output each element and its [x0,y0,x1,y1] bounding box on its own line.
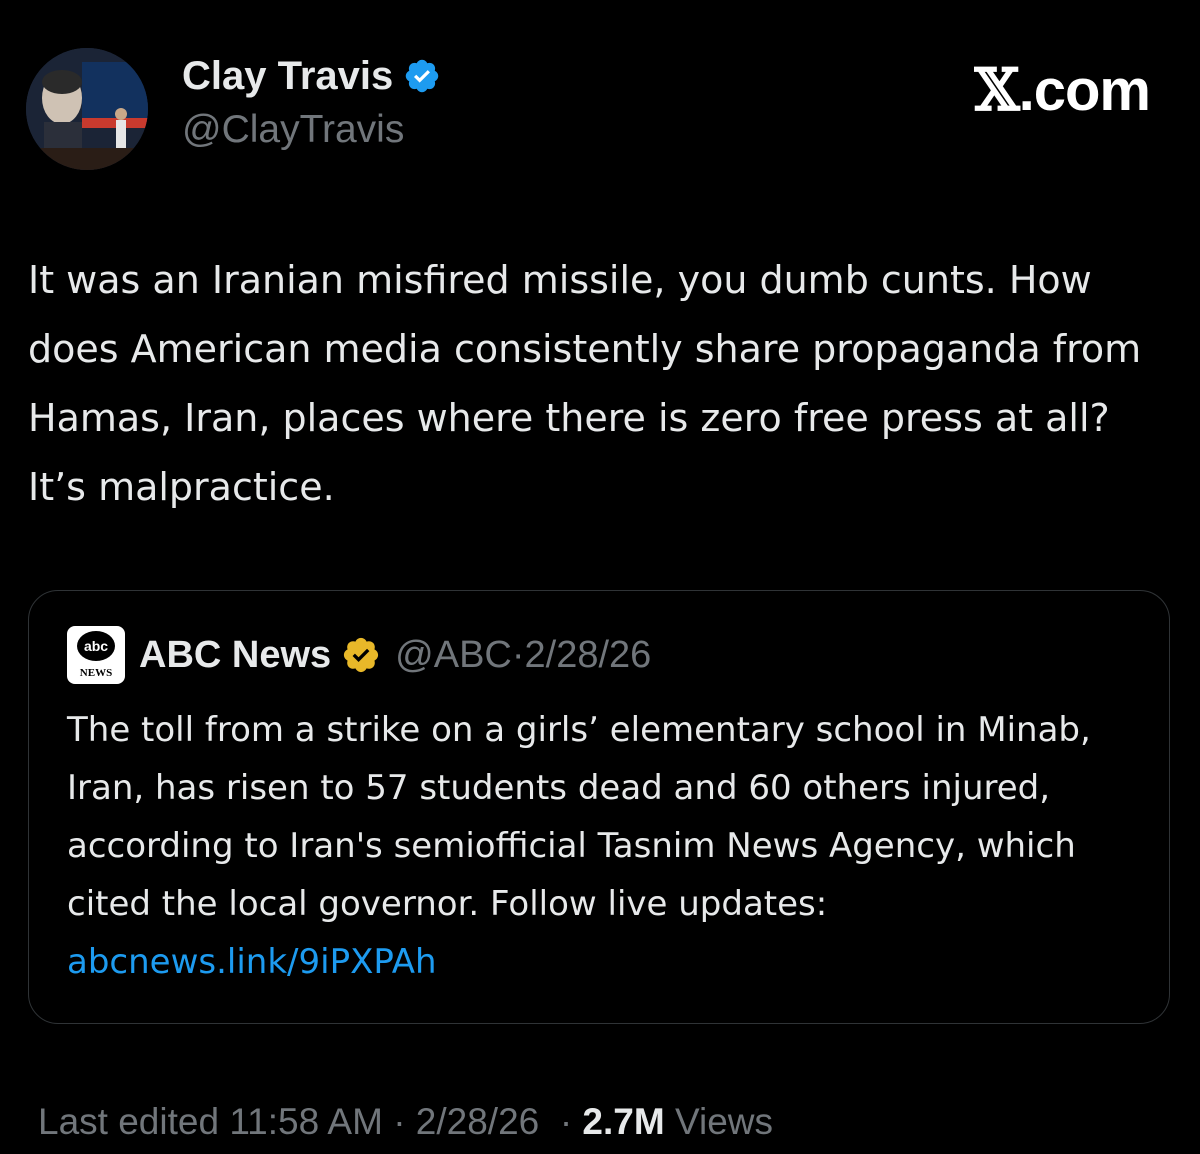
quoted-post-card[interactable]: abc NEWS ABC News @ABC · 2/28/26 The tol… [28,590,1170,1024]
footer-separator-2: · [559,1101,573,1142]
abc-logo-news-text: NEWS [79,667,113,679]
brand-suffix: .com [1018,58,1151,123]
author-name-row[interactable]: Clay Travis [182,52,441,100]
quoted-post-link[interactable]: abcnews.link/9iPXPAh [67,942,437,982]
views-label: Views [674,1101,773,1142]
abc-news-avatar[interactable]: abc NEWS [67,626,125,684]
quoted-post-body: The toll from a strike on a girls’ eleme… [67,710,1091,924]
author-handle[interactable]: @ClayTravis [182,106,404,154]
avatar-image [26,48,148,170]
quoted-post-header: abc NEWS ABC News @ABC · 2/28/26 [67,626,652,684]
gold-verified-badge-icon [344,637,379,673]
quoted-meta-separator: · [511,633,525,676]
verified-badge-icon [406,59,439,93]
post-date[interactable]: 2/28/26 [416,1101,539,1142]
author-avatar[interactable] [26,48,148,170]
abc-logo-text: abc [77,631,115,661]
post-footer: Last edited 11:58 AM · 2/28/26 · 2.7M Vi… [38,1098,773,1146]
quoted-author-name[interactable]: ABC News [139,634,331,677]
footer-separator: · [393,1101,406,1142]
views-count: 2.7M [582,1101,665,1142]
author-name[interactable]: Clay Travis [182,52,393,100]
edited-label[interactable]: Last edited [38,1101,219,1142]
quoted-post-date[interactable]: 2/28/26 [525,634,652,677]
post-text: It was an Iranian misfired missile, you … [28,258,1142,509]
quoted-post-text: The toll from a strike on a girls’ eleme… [67,701,1147,991]
x-com-watermark: 𝕏.com [974,56,1151,124]
x-logo-icon: 𝕏 [974,56,1020,124]
quoted-author-handle[interactable]: @ABC [395,634,512,677]
post-time[interactable]: 11:58 AM [229,1101,383,1142]
